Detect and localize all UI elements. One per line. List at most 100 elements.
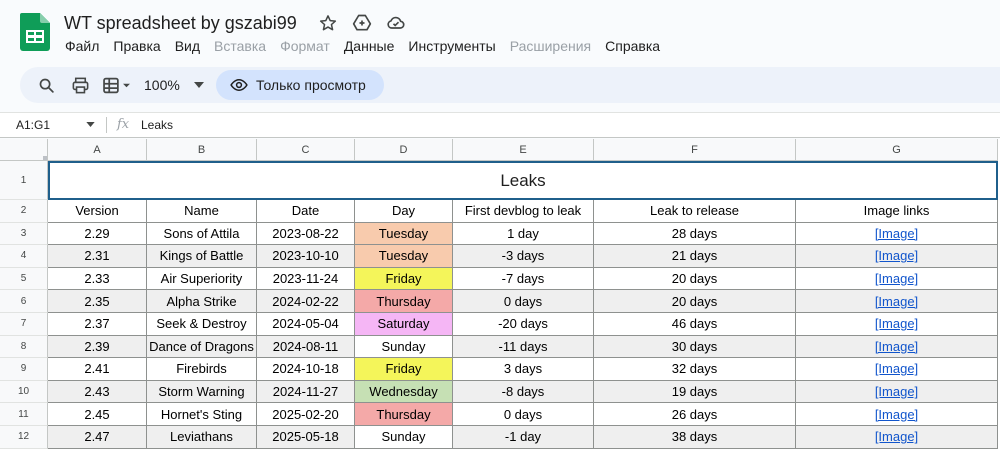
cell-b10[interactable]: Storm Warning [147,380,257,404]
cell-d10[interactable]: Wednesday [355,380,453,404]
menu-item-6[interactable]: Инструменты [401,36,502,56]
cell-e7[interactable]: -20 days [453,313,594,336]
merged-title-cell[interactable]: Leaks [48,161,998,200]
cell-f3[interactable]: 28 days [594,222,796,246]
cell-g6[interactable]: [Image] [796,290,998,313]
cell-f5[interactable]: 20 days [594,267,796,291]
cell-e3[interactable]: 1 day [453,222,594,246]
zoom-level[interactable]: 100% [144,77,180,93]
cell-c4[interactable]: 2023-10-10 [257,245,355,268]
format-select-icon[interactable] [100,71,134,99]
print-icon[interactable] [68,71,92,99]
column-header-e[interactable]: E [453,139,594,161]
search-menus-icon[interactable] [34,71,58,99]
cell-b7[interactable]: Seek & Destroy [147,313,257,336]
cell-d8[interactable]: Sunday [355,335,453,359]
header-cell-c[interactable]: Date [257,200,355,223]
row-header-6[interactable]: 6 [0,290,48,313]
row-header-12[interactable]: 12 [0,426,48,449]
column-header-g[interactable]: G [796,139,998,161]
cell-b8[interactable]: Dance of Dragons [147,335,257,359]
cell-b3[interactable]: Sons of Attila [147,222,257,246]
row-header-4[interactable]: 4 [0,245,48,268]
image-link[interactable]: [Image] [875,316,918,331]
menu-item-7[interactable]: Расширения [503,36,598,56]
formula-input[interactable]: Leaks [141,118,173,132]
cell-d6[interactable]: Thursday [355,290,453,313]
cell-c12[interactable]: 2025-05-18 [257,426,355,449]
image-link[interactable]: [Image] [875,271,918,286]
cell-e6[interactable]: 0 days [453,290,594,313]
cell-c10[interactable]: 2024-11-27 [257,380,355,404]
cell-f6[interactable]: 20 days [594,290,796,313]
view-only-button[interactable]: Только просмотр [216,70,384,100]
cell-g10[interactable]: [Image] [796,380,998,404]
cell-c5[interactable]: 2023-11-24 [257,267,355,291]
cell-a6[interactable]: 2.35 [48,290,147,313]
cell-g3[interactable]: [Image] [796,222,998,246]
cell-b5[interactable]: Air Superiority [147,267,257,291]
cell-a10[interactable]: 2.43 [48,380,147,404]
row-header-1[interactable]: 1 [0,161,48,200]
cell-a3[interactable]: 2.29 [48,222,147,246]
cell-a12[interactable]: 2.47 [48,426,147,449]
image-link[interactable]: [Image] [875,294,918,309]
sheets-logo-icon[interactable] [20,13,50,51]
cell-f8[interactable]: 30 days [594,335,796,359]
header-cell-d[interactable]: Day [355,200,453,223]
menu-item-5[interactable]: Данные [337,36,402,56]
column-header-b[interactable]: B [147,139,257,161]
cell-d11[interactable]: Thursday [355,403,453,426]
cell-d7[interactable]: Saturday [355,313,453,336]
cell-c3[interactable]: 2023-08-22 [257,222,355,246]
cell-d12[interactable]: Sunday [355,426,453,449]
cell-c6[interactable]: 2024-02-22 [257,290,355,313]
cell-d9[interactable]: Friday [355,358,453,381]
column-header-d[interactable]: D [355,139,453,161]
cell-g5[interactable]: [Image] [796,267,998,291]
cell-a7[interactable]: 2.37 [48,313,147,336]
image-link[interactable]: [Image] [875,248,918,263]
cell-g12[interactable]: [Image] [796,426,998,449]
header-cell-b[interactable]: Name [147,200,257,223]
cell-e12[interactable]: -1 day [453,426,594,449]
row-header-5[interactable]: 5 [0,267,48,291]
menu-item-3[interactable]: Вставка [207,36,273,56]
menu-item-1[interactable]: Правка [106,36,167,56]
cell-a11[interactable]: 2.45 [48,403,147,426]
cell-b6[interactable]: Alpha Strike [147,290,257,313]
row-header-10[interactable]: 10 [0,380,48,404]
cell-f11[interactable]: 26 days [594,403,796,426]
row-header-9[interactable]: 9 [0,358,48,381]
cell-e11[interactable]: 0 days [453,403,594,426]
cell-c9[interactable]: 2024-10-18 [257,358,355,381]
cell-a4[interactable]: 2.31 [48,245,147,268]
move-to-drive-icon[interactable] [351,12,373,34]
image-link[interactable]: [Image] [875,361,918,376]
cell-b4[interactable]: Kings of Battle [147,245,257,268]
cell-e5[interactable]: -7 days [453,267,594,291]
name-box[interactable]: A1:G1 [0,113,104,137]
cell-f10[interactable]: 19 days [594,380,796,404]
header-cell-g[interactable]: Image links [796,200,998,223]
cell-c11[interactable]: 2025-02-20 [257,403,355,426]
cell-c7[interactable]: 2024-05-04 [257,313,355,336]
header-cell-e[interactable]: First devblog to leak [453,200,594,223]
image-link[interactable]: [Image] [875,407,918,422]
image-link[interactable]: [Image] [875,226,918,241]
image-link[interactable]: [Image] [875,384,918,399]
cell-a9[interactable]: 2.41 [48,358,147,381]
column-header-f[interactable]: F [594,139,796,161]
cell-e9[interactable]: 3 days [453,358,594,381]
header-cell-f[interactable]: Leak to release [594,200,796,223]
cell-e10[interactable]: -8 days [453,380,594,404]
menu-item-8[interactable]: Справка [598,36,667,56]
row-header-11[interactable]: 11 [0,403,48,426]
cloud-saved-icon[interactable] [385,12,407,34]
header-cell-a[interactable]: Version [48,200,147,223]
cell-d3[interactable]: Tuesday [355,222,453,246]
cell-f4[interactable]: 21 days [594,245,796,268]
menu-item-0[interactable]: Файл [58,36,106,56]
cell-b9[interactable]: Firebirds [147,358,257,381]
cell-g4[interactable]: [Image] [796,245,998,268]
